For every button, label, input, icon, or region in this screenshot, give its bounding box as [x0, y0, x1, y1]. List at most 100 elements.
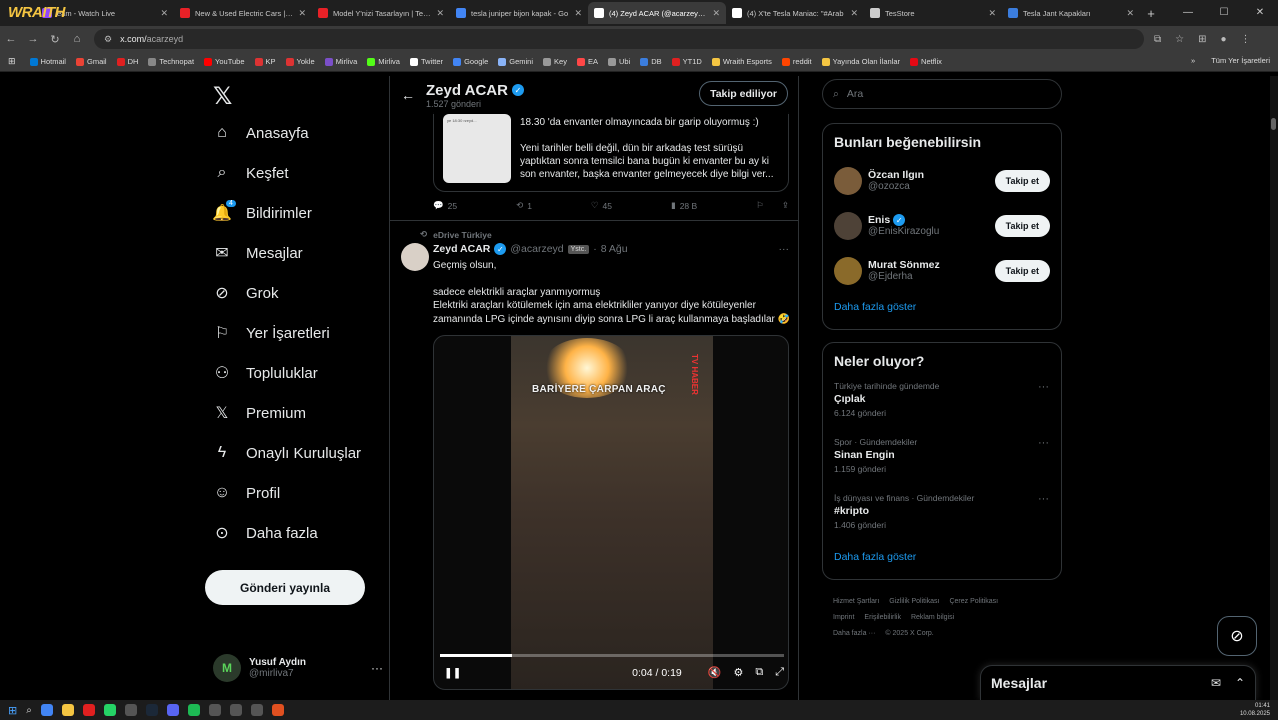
nav-item-x-premium[interactable]: 𝕏 Premium	[213, 404, 306, 423]
star-icon[interactable]: ☆	[1175, 34, 1184, 45]
trend-more-icon[interactable]: ···	[1038, 381, 1049, 393]
opera-icon[interactable]	[82, 704, 95, 716]
bookmark-item[interactable]: Wraith Esports	[711, 57, 772, 66]
volume-mute-icon[interactable]: 🔇	[708, 666, 722, 679]
like-button[interactable]: ♡ 45	[591, 200, 612, 211]
menu-dots-icon[interactable]: ⋮	[1241, 34, 1251, 45]
expand-icon[interactable]: ⌃	[1235, 676, 1245, 690]
nav-item-bookmark[interactable]: ⚐ Yer İşaretleri	[213, 324, 330, 343]
footer-link[interactable]: Erişilebilirlik	[864, 614, 901, 621]
extensions-icon[interactable]: ⊞	[1198, 34, 1206, 45]
nav-item-profile[interactable]: ☺ Profil	[213, 484, 280, 502]
post-author[interactable]: Zeyd ACAR	[433, 243, 490, 255]
nav-item-more-circle[interactable]: ⊙ Daha fazla	[213, 524, 317, 543]
home-browser-icon[interactable]: ⌂	[66, 33, 88, 45]
tab-close-icon[interactable]: ✕	[712, 8, 720, 19]
post-avatar[interactable]	[401, 243, 429, 271]
bookmark-item[interactable]: Gemini	[498, 57, 533, 66]
bookmark-item[interactable]: reddit	[781, 57, 812, 66]
system-clock[interactable]: 01:41 10.08.2025	[1240, 702, 1270, 718]
search-taskbar-icon[interactable]: ⌕	[26, 705, 32, 716]
browser-tab[interactable]: (4) Zeyd ACAR (@acarzeyd) / ✕	[588, 2, 726, 24]
chrome-icon[interactable]	[40, 704, 53, 716]
nav-item-search[interactable]: ⌕ Keşfet	[213, 164, 289, 182]
app-icon[interactable]	[208, 704, 221, 716]
tab-close-icon[interactable]: ✕	[436, 8, 444, 19]
minimize-icon[interactable]: —	[1170, 0, 1206, 26]
x-logo-icon[interactable]: 𝕏	[213, 82, 232, 111]
url-field[interactable]: ⚙ x.com/acarzeyd	[94, 29, 1144, 49]
views-button[interactable]: ▮ 28 B	[671, 200, 697, 211]
bookmark-item[interactable]: KP	[254, 57, 276, 66]
app-icon[interactable]	[271, 704, 284, 716]
suggested-user[interactable]: Özcan Ilgın @ozozca Takip et	[823, 158, 1061, 203]
reply-button[interactable]: 💬 25	[433, 200, 457, 211]
repost-button[interactable]: ⟲ 1	[516, 200, 532, 211]
footer-link[interactable]: © 2025 X Corp.	[885, 630, 933, 637]
trend-more-icon[interactable]: ···	[1038, 437, 1049, 449]
bookmark-item[interactable]: Ubi	[607, 57, 630, 66]
who-show-more[interactable]: Daha fazla göster	[823, 293, 1061, 321]
bookmark-item[interactable]: EA	[576, 57, 598, 66]
bookmark-button[interactable]: ⚐ ⇪	[756, 200, 789, 211]
search-input[interactable]: ⌕ Ara	[822, 79, 1062, 109]
bookmark-item[interactable]: YouTube	[204, 57, 245, 66]
close-window-icon[interactable]: ✕	[1242, 0, 1278, 26]
post-handle[interactable]: @acarzeyd	[510, 243, 563, 255]
bookmark-item[interactable]: Google	[453, 57, 488, 66]
quoted-image[interactable]: ye 18:30 rzeyd...	[443, 114, 511, 183]
footer-link[interactable]: Hizmet Şartları	[833, 598, 879, 605]
bookmark-item[interactable]: DH	[116, 57, 138, 66]
trends-show-more[interactable]: Daha fazla göster	[823, 549, 1061, 571]
app-icon[interactable]	[124, 704, 137, 716]
bookmarks-overflow-icon[interactable]: »	[1191, 56, 1195, 65]
tab-close-icon[interactable]: ✕	[574, 8, 582, 19]
pause-icon[interactable]: ❚❚	[444, 667, 462, 679]
bookmark-item[interactable]: Yayında Olan İlanlar	[821, 57, 900, 66]
messages-dock[interactable]: Mesajlar ✉ ⌃	[980, 665, 1256, 700]
spotify-icon[interactable]	[187, 704, 200, 716]
follow-button[interactable]: Takip et	[994, 214, 1050, 237]
bookmark-item[interactable]: Mirliva	[324, 57, 357, 66]
app-icon[interactable]	[229, 704, 242, 716]
bookmark-item[interactable]: Hotmail	[29, 57, 66, 66]
windows-start-icon[interactable]: ⊞	[8, 704, 17, 717]
scrollbar[interactable]	[1270, 76, 1278, 700]
share-icon[interactable]: ⇪	[782, 200, 789, 211]
trend-more-icon[interactable]: ···	[1038, 493, 1049, 505]
video-player[interactable]: BARİYERE ÇARPAN ARAÇ TV HABER ❚❚ 0:04 / …	[433, 335, 789, 690]
footer-link[interactable]: Çerez Politikası	[949, 598, 998, 605]
forward-arrow-icon[interactable]: →	[22, 33, 44, 45]
browser-tab[interactable]: (4) X'te Tesla Maniac: "#Arab ✕	[726, 2, 864, 24]
discord-icon[interactable]	[166, 704, 179, 716]
maximize-icon[interactable]: ☐	[1206, 0, 1242, 26]
nav-item-home[interactable]: ⌂ Anasayfa	[213, 124, 308, 142]
nav-item-mail[interactable]: ✉ Mesajlar	[213, 244, 302, 263]
footer-link[interactable]: Imprint	[833, 614, 854, 621]
following-button[interactable]: Takip ediliyor	[699, 81, 788, 106]
trend-item[interactable]: Türkiye tarihinde gündemde Çıplak 6.124 gö…	[823, 381, 1061, 437]
grok-fab-icon[interactable]: ⊘	[1217, 616, 1257, 656]
bookmark-item[interactable]: Technopat	[148, 57, 194, 66]
whatsapp-icon[interactable]	[103, 704, 116, 716]
trend-item[interactable]: Spor · Gündemdekiler Sinan Engin 1.159 gön…	[823, 437, 1061, 493]
follow-button[interactable]: Takip et	[994, 169, 1050, 192]
nav-item-bell[interactable]: 🔔 4 Bildirimler	[212, 200, 312, 222]
post-date[interactable]: 8 Ağu	[601, 243, 628, 255]
post-more-icon[interactable]: ···	[779, 243, 790, 255]
bookmark-item[interactable]: YT1D	[671, 57, 702, 66]
reload-icon[interactable]: ↻	[44, 33, 66, 46]
footer-link[interactable]: Reklam bilgisi	[911, 614, 954, 621]
steam-icon[interactable]	[145, 704, 158, 716]
quoted-post[interactable]: ye 18:30 rzeyd... 18.30 'da envanter olm…	[433, 112, 789, 192]
scrollbar-thumb[interactable]	[1271, 118, 1276, 130]
tab-close-icon[interactable]: ✕	[160, 8, 168, 19]
browser-tab[interactable]: TesStore ✕	[864, 2, 1002, 24]
tab-close-icon[interactable]: ✕	[1126, 8, 1134, 19]
bookmark-item[interactable]: Twitter	[409, 57, 443, 66]
nav-item-lightning[interactable]: ϟ Onaylı Kuruluşlar	[213, 444, 361, 462]
bookmark-item[interactable]: Yokle	[285, 57, 315, 66]
site-info-icon[interactable]: ⚙	[104, 34, 112, 45]
avatar[interactable]	[834, 211, 862, 240]
browser-tab[interactable]: Tesla Jant Kapakları ✕	[1002, 2, 1140, 24]
